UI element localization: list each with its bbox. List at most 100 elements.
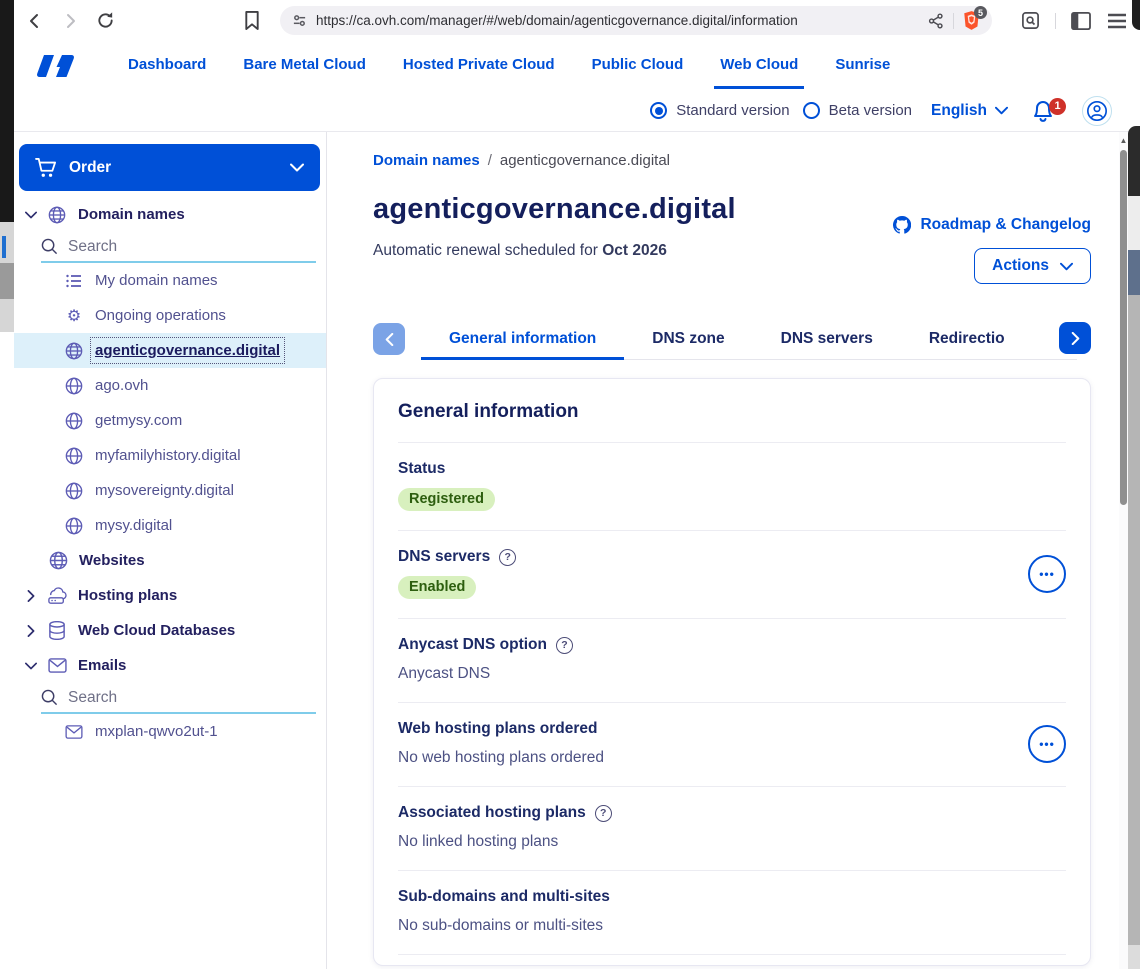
sidebar-item-email-plan[interactable]: mxplan-qwvo2ut-1 [14,714,326,749]
site-settings-icon[interactable] [292,13,307,28]
forward-icon[interactable] [59,10,81,32]
email-search-field[interactable] [41,683,316,714]
address-bar[interactable]: https://ca.ovh.com/manager/#/web/domain/… [280,6,992,35]
breadcrumb-domain-names-link[interactable]: Domain names [373,152,480,169]
sidebar-item-label: Ongoing operations [95,307,226,324]
notifications-button[interactable]: 1 [1031,98,1055,124]
envelope-icon [64,725,84,739]
tabs-bar: General information DNS zone DNS servers… [373,318,1091,360]
sidebar-section-web-cloud-databases[interactable]: Web Cloud Databases [14,613,326,648]
sidebar-item-domain-2[interactable]: myfamilyhistory.digital [14,438,326,473]
share-icon[interactable] [928,13,944,29]
help-icon[interactable]: ? [499,549,516,566]
url-text[interactable]: https://ca.ovh.com/manager/#/web/domain/… [316,13,919,28]
urlbar-separator [953,13,954,29]
shield-badge: 5 [974,6,987,19]
database-icon [47,621,67,640]
scrollbar-thumb[interactable] [1120,150,1127,505]
nav-item-bare-metal-cloud[interactable]: Bare Metal Cloud [237,50,372,81]
chevron-down-icon [1060,262,1073,271]
chevron-down-icon[interactable] [22,662,40,670]
chevron-right-icon[interactable] [22,590,40,602]
chevron-down-icon [995,106,1008,115]
standard-version-radio[interactable]: Standard version [650,102,789,119]
sidebar-section-emails[interactable]: Emails [14,648,326,683]
roadmap-label: Roadmap & Changelog [920,216,1091,234]
back-icon[interactable] [24,10,46,32]
nav-item-hosted-private-cloud[interactable]: Hosted Private Cloud [397,50,561,81]
sidebar-item-label: ago.ovh [95,377,148,394]
globe-icon [64,342,84,360]
sidebar-item-domain-3[interactable]: mysovereignty.digital [14,473,326,508]
anycast-label: Anycast DNS option [398,636,547,654]
domain-search-input[interactable] [68,238,278,256]
nav-item-sunrise[interactable]: Sunrise [829,50,896,81]
tabs-scroll-left-button[interactable] [373,323,405,355]
user-icon [1086,100,1108,122]
sidebar-section-websites[interactable]: Websites [14,543,326,578]
sidebar-item-ongoing-operations[interactable]: ⚙ Ongoing operations [14,298,326,333]
tab-dns-servers[interactable]: DNS servers [753,318,901,360]
order-button[interactable]: Order [19,144,320,191]
chevron-right-icon[interactable] [22,625,40,637]
web-hosting-label: Web hosting plans ordered [398,720,1028,738]
scrollbar-up-arrow[interactable]: ▲ [1119,136,1128,145]
actions-label: Actions [992,257,1049,275]
tab-dns-zone[interactable]: DNS zone [624,318,752,360]
actions-button[interactable]: Actions [974,248,1091,284]
sidebar-section-domain-names[interactable]: Domain names [14,197,326,232]
sidebar-item-selected-domain[interactable]: agenticgovernance.digital [14,333,326,368]
toolbar-right-controls [1019,10,1128,32]
sidebar-item-label: mysovereignty.digital [95,482,234,499]
radio-unselected-icon [803,102,820,119]
sidebar-item-label: mxplan-qwvo2ut-1 [95,723,218,740]
browser-toolbar: https://ca.ovh.com/manager/#/web/domain/… [14,0,1140,41]
web-hosting-row: Web hosting plans ordered No web hosting… [398,703,1066,787]
sidebar-item-domain-1[interactable]: getmysy.com [14,403,326,438]
roadmap-changelog-link[interactable]: Roadmap & Changelog [893,216,1091,234]
menu-icon[interactable] [1106,10,1128,32]
sidebar-toggle-icon[interactable] [1070,10,1092,32]
page-scrollbar[interactable]: ▲ [1119,132,1128,969]
sidebar-section-hosting-plans[interactable]: Hosting plans [14,578,326,613]
nav-item-web-cloud[interactable]: Web Cloud [714,50,804,81]
globe-icon [64,517,84,535]
beta-version-radio[interactable]: Beta version [803,102,912,119]
reload-icon[interactable] [94,10,116,32]
ovhcloud-logo[interactable] [36,51,82,81]
chevron-down-icon[interactable] [22,211,40,219]
gear-icon: ⚙ [64,306,84,326]
associated-hosting-label: Associated hosting plans [398,804,586,822]
sidebar-item-domain-4[interactable]: mysy.digital [14,508,326,543]
brave-shield-icon[interactable]: 5 [963,11,980,30]
account-button[interactable] [1082,96,1112,126]
sidebar-item-domain-0[interactable]: ago.ovh [14,368,326,403]
tab-redirections[interactable]: Redirectio [901,318,1004,360]
subdomains-label: Sub-domains and multi-sites [398,888,1066,906]
status-badge: Registered [398,488,495,511]
nav-item-dashboard[interactable]: Dashboard [122,50,212,81]
email-search-input[interactable] [68,689,278,707]
dns-servers-more-button[interactable]: ••• [1028,555,1066,593]
sidebar-item-label: agenticgovernance.digital [95,342,280,359]
sidebar-item-label: mysy.digital [95,517,172,534]
sidebar-section-label: Emails [78,657,126,674]
dns-servers-label: DNS servers [398,548,490,566]
bookmark-icon[interactable] [241,10,263,32]
tabs-scroll-right-button[interactable] [1059,322,1091,354]
domain-search-field[interactable] [41,232,316,263]
header-right: Roadmap & Changelog Actions [893,216,1091,284]
language-selector[interactable]: English [931,102,1008,120]
search-tabs-icon[interactable] [1019,10,1041,32]
help-icon[interactable]: ? [595,805,612,822]
globe-icon [64,447,84,465]
nav-item-public-cloud[interactable]: Public Cloud [586,50,690,81]
sidebar-item-my-domain-names[interactable]: My domain names [14,263,326,298]
main-content: Domain names / agenticgovernance.digital… [327,132,1140,969]
ellipsis-icon: ••• [1039,737,1055,751]
tab-general-information[interactable]: General information [421,318,624,360]
web-hosting-more-button[interactable]: ••• [1028,725,1066,763]
dns-servers-badge: Enabled [398,576,476,599]
github-icon [893,216,911,234]
help-icon[interactable]: ? [556,637,573,654]
